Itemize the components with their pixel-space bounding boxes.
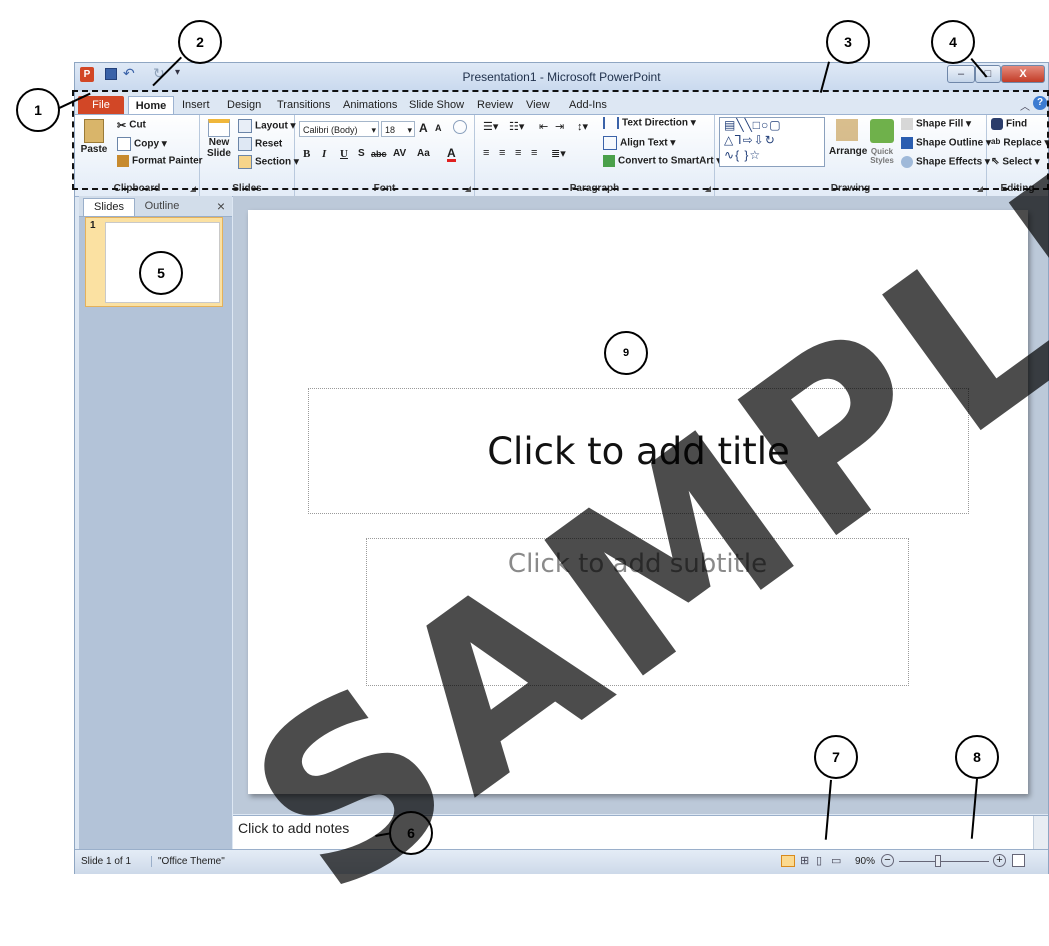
callout-marker-4: 4 [931,20,975,64]
normal-view-icon[interactable] [781,855,795,867]
slide-show-icon[interactable]: ▭ [831,854,841,867]
callout-marker-2: 2 [178,20,222,64]
zoom-slider-thumb[interactable] [935,855,941,867]
theme-name[interactable]: "Office Theme" [151,856,225,867]
zoom-slider-track[interactable] [899,861,989,862]
zoom-in-icon[interactable]: + [993,854,1006,867]
tab-outline[interactable]: Outline [137,198,187,215]
callout-marker-3: 3 [826,20,870,64]
status-bar: Slide 1 of 1 "Office Theme" ⊞ ▯ ▭ 90% − … [75,849,1048,874]
close-pane-button[interactable]: × [213,198,229,215]
callout-marker-1: 1 [16,88,60,132]
window-title: Presentation1 - Microsoft PowerPoint [462,70,661,84]
slide-sorter-icon[interactable]: ⊞ [800,854,809,867]
callout-marker-5: 5 [139,251,183,295]
reading-view-icon[interactable]: ▯ [816,854,822,867]
callout-marker-8: 8 [955,735,999,779]
ribbon-highlight-box [72,90,1049,190]
close-button[interactable]: X [1001,65,1045,83]
slide-count: Slide 1 of 1 [81,856,132,867]
tab-slides[interactable]: Slides [83,198,135,216]
pane-tabs: Slides Outline × [79,196,232,217]
zoom-out-icon[interactable]: − [881,854,894,867]
zoom-level[interactable]: 90% [855,856,875,867]
callout-marker-7: 7 [814,735,858,779]
notes-scrollbar[interactable] [1033,816,1048,850]
minimize-button[interactable]: – [947,65,975,83]
callout-marker-9: 9 [604,331,648,375]
slide-number: 1 [90,220,96,231]
fit-slide-icon[interactable] [1012,854,1025,867]
title-bar: P ↶ ↻ ▾ Presentation1 - Microsoft PowerP… [75,63,1048,91]
